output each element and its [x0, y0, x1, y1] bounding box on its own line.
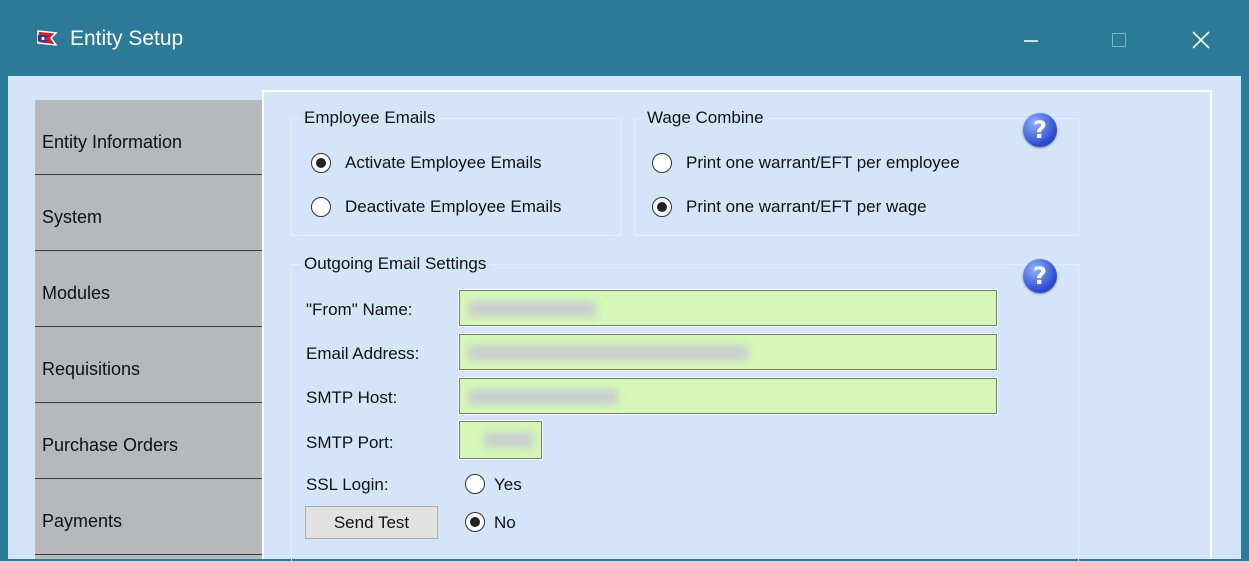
maximize-button[interactable] [1094, 18, 1144, 62]
smtp-host-label: SMTP Host: [306, 388, 398, 407]
minimize-button[interactable] [1006, 18, 1056, 62]
redacted-value [468, 345, 748, 361]
from-name-label: "From" Name: [306, 300, 413, 319]
radio-label: Print one warrant/EFT per wage [686, 197, 927, 216]
employee-emails-group: Employee Emails Activate Employee Emails… [291, 108, 621, 236]
nav-item-requisitions[interactable]: Requisitions [35, 327, 263, 402]
radio-label: Activate Employee Emails [345, 153, 542, 172]
radio-label: Print one warrant/EFT per employee [686, 153, 960, 172]
print-per-wage-radio[interactable] [652, 197, 672, 217]
activate-emails-radio[interactable] [311, 153, 331, 173]
close-icon [1192, 31, 1210, 49]
ssl-no-radio[interactable] [465, 512, 485, 532]
nav-item-label: Requisitions [42, 359, 141, 379]
email-address-input[interactable] [458, 333, 998, 371]
flag-app-icon [37, 30, 58, 46]
smtp-port-input[interactable] [458, 420, 543, 460]
nav-item-purchase-orders[interactable]: Purchase Orders [35, 403, 263, 478]
minimize-icon [1024, 40, 1038, 42]
settings-panel: Employee Emails Activate Employee Emails… [262, 90, 1212, 561]
redacted-value [468, 301, 596, 317]
email-settings-help-icon[interactable]: ? [1023, 259, 1057, 293]
ssl-yes-label: Yes [494, 475, 522, 494]
client-area: Entity Information System Modules Requis… [8, 76, 1241, 561]
window-title: Entity Setup [70, 27, 184, 50]
nav-item-payments[interactable]: Payments [35, 479, 263, 554]
ssl-no-label: No [494, 513, 516, 532]
deactivate-emails-radio[interactable] [311, 197, 331, 217]
ssl-yes-radio[interactable] [465, 474, 485, 494]
nav-item-label: Entity Information [42, 132, 183, 152]
close-button[interactable] [1176, 18, 1226, 62]
smtp-host-input[interactable] [458, 377, 998, 415]
redacted-value [484, 432, 534, 448]
group-legend: Employee Emails [300, 108, 440, 128]
redacted-value [468, 389, 618, 405]
nav-item-label: Payments [42, 511, 123, 531]
nav-item-label: System [42, 207, 103, 227]
entity-setup-window: Entity Setup Entity Information System M… [0, 0, 1249, 561]
nav-separator [35, 554, 263, 555]
nav-item-label: Modules [42, 283, 111, 303]
nav-item-label: Purchase Orders [42, 435, 179, 455]
title-bar[interactable]: Entity Setup [0, 0, 1249, 76]
from-name-input[interactable] [458, 289, 998, 327]
send-test-button[interactable]: Send Test [305, 506, 438, 539]
wage-combine-help-icon[interactable]: ? [1023, 113, 1057, 147]
group-legend: Outgoing Email Settings [300, 254, 491, 274]
smtp-port-label: SMTP Port: [306, 433, 394, 452]
nav-item-modules[interactable]: Modules [35, 251, 263, 326]
wage-combine-group: Wage Combine Print one warrant/EFT per e… [634, 108, 1079, 236]
print-per-employee-radio[interactable] [652, 153, 672, 173]
email-address-label: Email Address: [306, 344, 420, 363]
nav-item-system[interactable]: System [35, 175, 263, 250]
ssl-login-label: SSL Login: [306, 475, 389, 494]
nav-item-entity-information[interactable]: Entity Information [35, 100, 263, 175]
settings-nav: Entity Information System Modules Requis… [35, 100, 263, 559]
group-legend: Wage Combine [643, 108, 768, 128]
radio-label: Deactivate Employee Emails [345, 197, 562, 216]
maximize-icon [1112, 33, 1126, 47]
